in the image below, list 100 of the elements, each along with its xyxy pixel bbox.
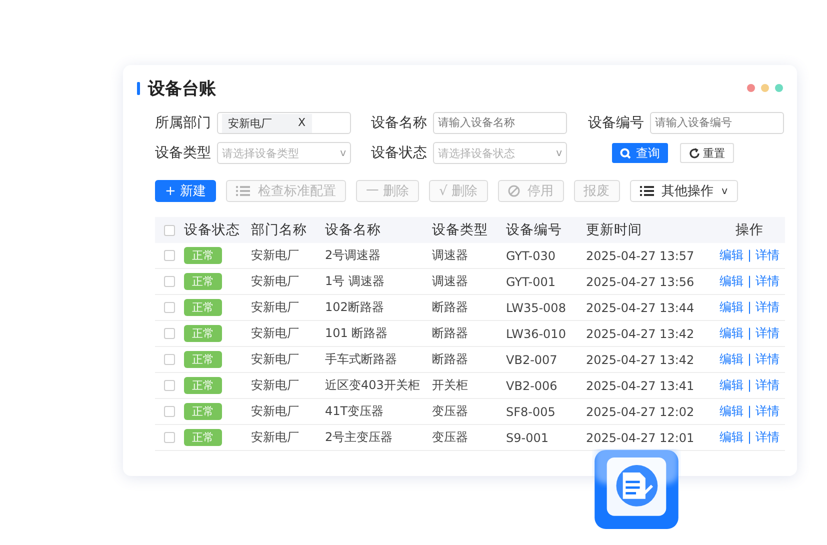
filter-label: 设备编号 [588,114,644,132]
checkbox[interactable] [164,302,175,313]
column-header: 设备状态 [184,221,240,239]
status-badge: 正常 [184,351,222,368]
checkbox[interactable] [164,432,175,443]
edit-link[interactable]: 编辑 [720,404,744,418]
link-separator: | [747,378,752,392]
table-cell: 安新电厂 [251,300,299,314]
detail-link[interactable]: 详情 [755,430,780,444]
column-header: 设备类型 [432,222,488,238]
table-cell: 41T变压器 [325,404,384,418]
table-cell: 安新电厂 [251,274,299,288]
table-cell: S9-001 [506,430,548,444]
table-cell: 2025-04-27 13:42 [586,352,694,366]
link-separator: | [747,430,752,444]
detail-link[interactable]: 详情 [755,274,780,288]
table-cell: LW36-010 [506,326,566,340]
edit-link[interactable]: 编辑 [720,378,744,392]
table-cell: 101 断路器 [325,326,388,340]
table-cell: 2025-04-27 13:42 [586,326,694,340]
status-badge: 正常 [184,403,222,420]
checkbox[interactable] [164,328,175,339]
table-cell: 2025-04-27 13:41 [586,378,694,392]
table-cell: 安新电厂 [251,404,299,418]
link-separator: | [747,300,752,314]
checkbox[interactable] [164,406,175,417]
list-icon [640,186,654,196]
link-separator: | [747,404,752,418]
checkbox[interactable] [164,250,175,261]
table-cell: VB2-007 [506,352,558,366]
table-cell: 安新电厂 [251,378,299,392]
select-field[interactable]: 请选择设备状态 v [433,142,567,164]
toolbar-button[interactable]: 其他操作 v [630,180,738,202]
toolbar-button[interactable]: + 新建 [155,180,216,202]
detail-link[interactable]: 详情 [755,352,780,366]
window-dot [775,84,783,92]
page-title: 设备台账 [148,78,216,100]
edit-link[interactable]: 编辑 [720,274,744,288]
table-cell: GYT-001 [506,274,556,288]
filter-label: 所属部门 [155,114,211,132]
table-cell: GYT-030 [506,248,556,262]
list-icon [236,186,250,196]
status-badge: 正常 [184,325,222,342]
selected-tag[interactable]: 安新电厂 X [222,114,312,132]
table-cell: 调速器 [432,274,468,288]
link-separator: | [747,326,752,340]
table-cell: LW35-008 [506,300,566,314]
link-separator: | [747,274,752,288]
table-cell: 2号调速器 [325,248,381,262]
table-cell: 变压器 [432,404,468,418]
table-cell: 断路器 [432,326,468,340]
table-cell: 2025-04-27 13:57 [586,248,694,262]
table-cell: 102断路器 [325,300,384,314]
table-cell: 2025-04-27 13:44 [586,300,694,314]
ban-icon [508,185,520,197]
status-badge: 正常 [184,377,222,394]
table-cell: 1号 调速器 [325,274,384,288]
table-cell: 调速器 [432,248,468,262]
detail-link[interactable]: 详情 [755,300,780,314]
edit-link[interactable]: 编辑 [720,300,744,314]
checkbox[interactable] [164,224,175,236]
detail-link[interactable]: 详情 [755,326,780,340]
reset-button[interactable]: 重置 [680,143,734,163]
window-dot [761,84,769,92]
link-separator: | [747,248,752,262]
table-cell: 手车式断路器 [325,352,397,366]
detail-link[interactable]: 详情 [755,248,780,262]
input-field[interactable]: 请输入设备编号 [650,112,784,134]
checkbox[interactable] [164,276,175,287]
status-badge: 正常 [184,273,222,290]
edit-link[interactable]: 编辑 [720,430,744,444]
detail-link[interactable]: 详情 [755,378,780,392]
table-cell: 2025-04-27 12:02 [586,404,694,418]
table-cell: 断路器 [432,352,468,366]
edit-link[interactable]: 编辑 [720,326,744,340]
link-separator: | [747,352,752,366]
checkbox[interactable] [164,354,175,365]
table-cell: 安新电厂 [251,248,299,262]
column-header: 操作 [736,222,764,238]
table-cell: 2025-04-27 12:01 [586,430,694,444]
column-header: 设备编号 [506,222,562,238]
filter-label: 设备名称 [371,114,427,132]
table-cell: SF8-005 [506,404,556,418]
column-header: 部门名称 [251,222,307,238]
table-cell: 变压器 [432,430,468,444]
department-field[interactable]: 安新电厂 X [217,112,351,134]
search-button[interactable]: 查询 [612,143,668,163]
select-field[interactable]: 请选择设备类型 v [217,142,351,164]
filter-label: 设备类型 [155,144,211,162]
table-cell: 安新电厂 [251,326,299,340]
input-field[interactable]: 请输入设备名称 [433,112,567,134]
edit-link[interactable]: 编辑 [720,352,744,366]
table-cell: 2025-04-27 13:56 [586,274,694,288]
table-cell: 近区变403开关柜 [325,378,420,392]
detail-link[interactable]: 详情 [755,404,780,418]
edit-link[interactable]: 编辑 [720,248,744,262]
column-header: 设备名称 [325,222,381,238]
refresh-icon [689,148,700,158]
filter-label: 设备状态 [371,144,427,162]
checkbox[interactable] [164,380,175,391]
